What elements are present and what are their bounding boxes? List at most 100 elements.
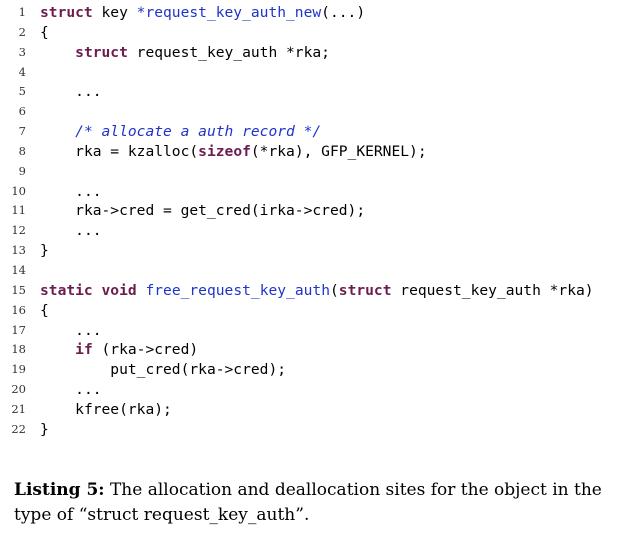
code-text: /* allocate a auth record */ <box>40 122 321 142</box>
line-number: 12 <box>11 223 26 238</box>
code-line: 6 <box>0 102 627 122</box>
code-line: 12 ... <box>0 221 627 241</box>
code-keyword: void <box>101 281 137 299</box>
code-token: ( <box>329 281 339 299</box>
code-line: 13} <box>0 241 627 261</box>
line-number: 15 <box>11 282 26 297</box>
line-number: 18 <box>11 342 26 357</box>
code-text: if (rka->cred) <box>40 340 198 360</box>
line-number: 3 <box>18 44 26 59</box>
code-line: 10 ... <box>0 182 627 202</box>
code-text: ... <box>40 82 102 102</box>
code-text: ... <box>40 182 102 202</box>
code-line: 19 put_cred(rka->cred); <box>0 360 627 380</box>
code-listing: 1 struct key *request_key_auth_new(...) 2{… <box>0 3 627 440</box>
code-line: 14 <box>0 261 627 281</box>
code-text: kfree(rka); <box>40 400 172 420</box>
line-number: 8 <box>18 143 26 158</box>
line-number: 19 <box>11 362 26 377</box>
code-function-name: free_request_key_auth <box>145 281 330 299</box>
code-keyword: static <box>40 281 93 299</box>
code-line: 21 kfree(rka); <box>0 400 627 420</box>
code-keyword: struct <box>338 281 392 299</box>
code-keyword: sizeof <box>198 142 251 160</box>
code-text: } <box>40 241 49 261</box>
code-token: request_key_auth *rka) <box>391 281 594 299</box>
code-text: static void free_request_key_auth(struct… <box>40 281 594 301</box>
code-line: 2{ <box>0 23 627 43</box>
code-keyword: struct <box>75 43 128 61</box>
line-number: 11 <box>11 203 26 218</box>
code-text: ... <box>40 321 102 341</box>
code-token: (*rka), GFP_KERNEL); <box>250 142 427 160</box>
code-comment: /* allocate a auth record */ <box>75 123 322 141</box>
code-line: 7 /* allocate a auth record */ <box>0 122 627 142</box>
line-number: 1 <box>18 5 26 19</box>
code-line: 22} <box>0 420 627 440</box>
code-keyword: if <box>75 341 93 359</box>
code-keyword: struct <box>40 4 93 21</box>
code-token: { <box>40 301 49 319</box>
code-line: 1 struct key *request_key_auth_new(...) <box>0 3 627 23</box>
code-text: } <box>40 420 49 440</box>
code-line: 3 struct request_key_auth *rka; <box>0 43 627 63</box>
line-number: 14 <box>11 262 26 277</box>
code-token: } <box>40 420 49 438</box>
code-line: 8 rka = kzalloc(sizeof(*rka), GFP_KERNEL… <box>0 142 627 162</box>
line-number: 4 <box>18 64 26 79</box>
code-line: 18 if (rka->cred) <box>0 340 627 360</box>
code-token: ... <box>75 83 102 101</box>
code-line: 5 ... <box>0 82 627 102</box>
line-number: 22 <box>11 421 26 436</box>
code-text: ... <box>40 221 102 241</box>
line-number: 10 <box>11 183 26 198</box>
code-line: 4 <box>0 63 627 83</box>
line-number: 9 <box>18 163 26 178</box>
code-token: ... <box>75 222 102 240</box>
code-line: 16 { <box>0 301 627 321</box>
line-number: 2 <box>18 24 26 39</box>
line-number: 21 <box>11 401 26 416</box>
code-function-name: *request_key_auth_new <box>136 4 322 21</box>
code-text: put_cred(rka->cred); <box>40 360 286 380</box>
line-number: 16 <box>11 302 26 317</box>
code-token: key <box>92 4 137 21</box>
code-token: ... <box>75 321 102 339</box>
code-line: 17 ... <box>0 321 627 341</box>
code-token: request_key_auth *rka; <box>127 43 330 61</box>
code-line: 11 rka->cred = get_cred(irka->cred); <box>0 201 627 221</box>
code-token: (rka->cred) <box>92 341 199 359</box>
code-text: rka->cred = get_cred(irka->cred); <box>40 201 365 221</box>
code-text: struct request_key_auth *rka; <box>40 43 330 63</box>
code-text: ... <box>40 380 102 400</box>
line-number: 5 <box>18 84 26 99</box>
code-text: struct key *request_key_auth_new(...) <box>40 3 365 23</box>
code-token: ... <box>75 182 102 200</box>
line-number: 20 <box>11 382 26 397</box>
line-number: 6 <box>18 104 26 119</box>
code-text: { <box>40 301 49 321</box>
code-token: ... <box>75 381 102 399</box>
line-number: 17 <box>11 322 26 337</box>
code-text: rka = kzalloc(sizeof(*rka), GFP_KERNEL); <box>40 142 427 162</box>
code-token: } <box>40 242 49 260</box>
line-number: 13 <box>11 243 26 258</box>
code-line: 9 <box>0 162 627 182</box>
code-token: (...) <box>321 4 366 21</box>
line-number: 7 <box>18 124 26 139</box>
code-line: 15 static void free_request_key_auth(stru… <box>0 281 627 301</box>
code-token: rka->cred = get_cred(irka->cred); <box>75 202 366 220</box>
